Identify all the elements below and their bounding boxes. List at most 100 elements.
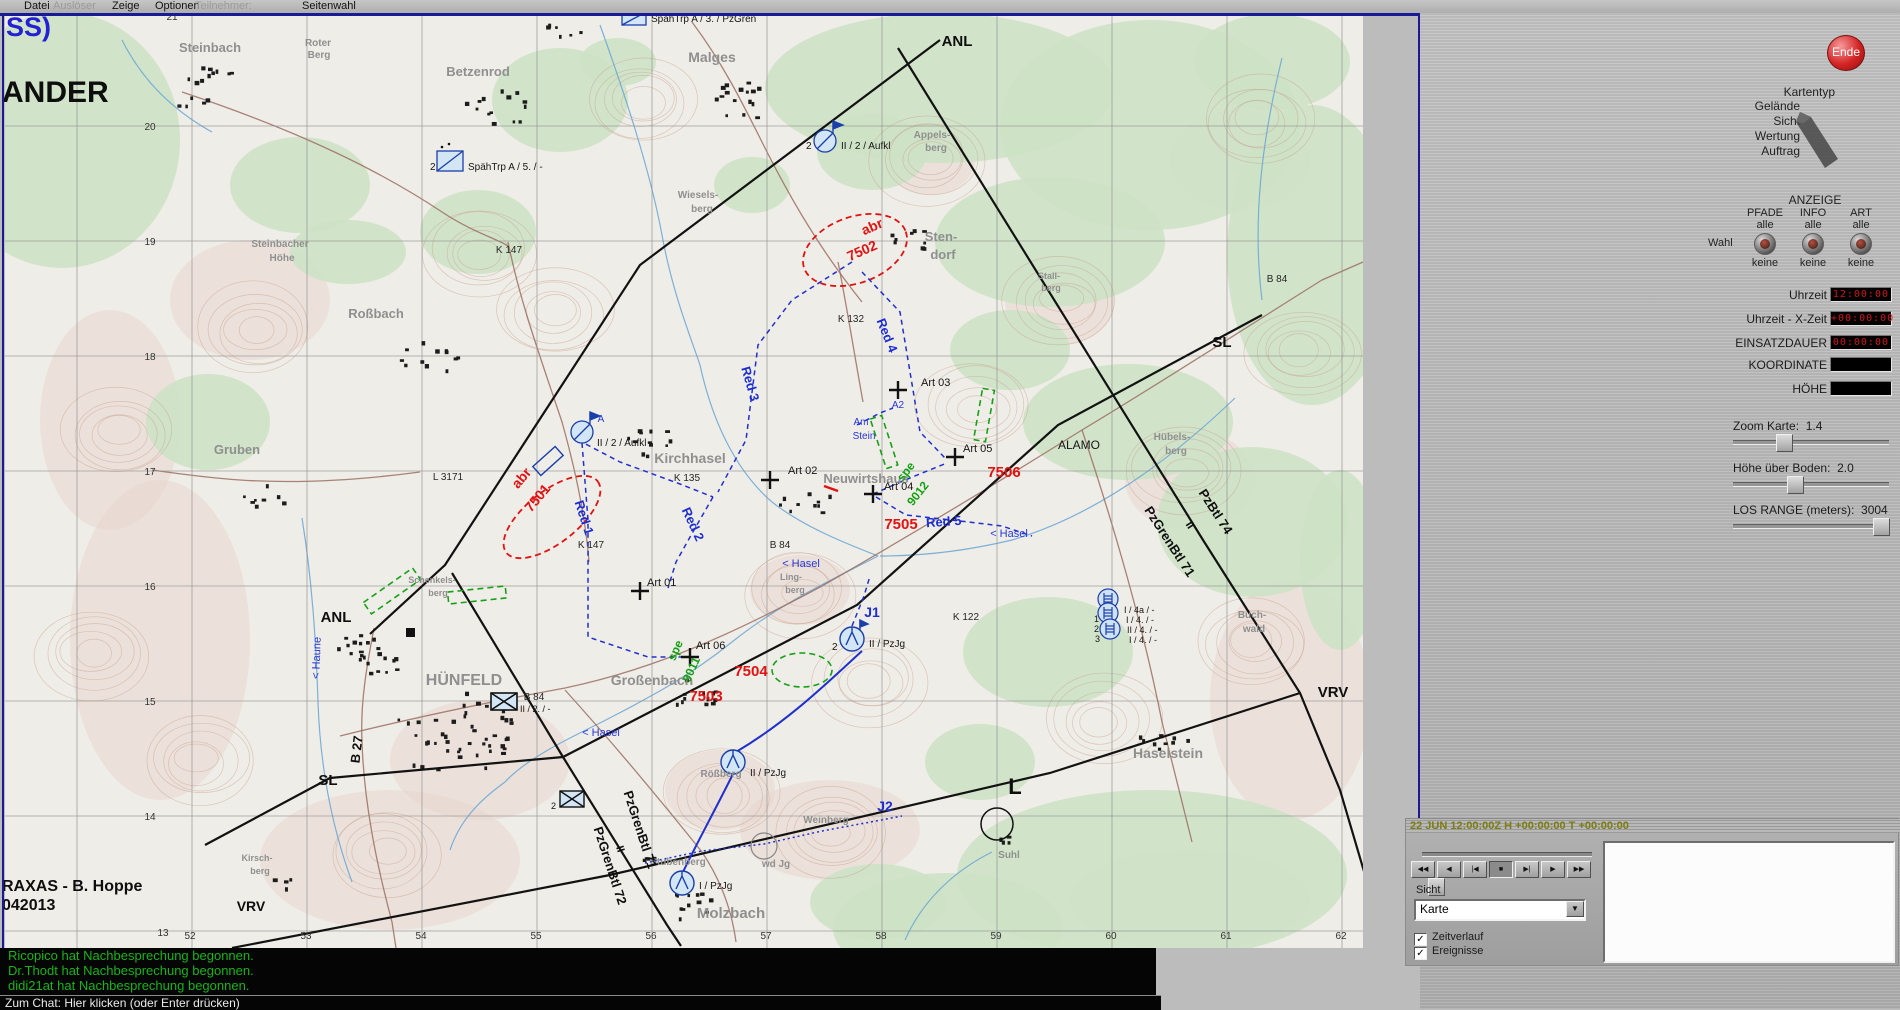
map-label: berg — [925, 143, 947, 154]
keine-label: keine — [1799, 257, 1827, 269]
map-label: I / 4. / - — [1126, 615, 1154, 625]
sicht-dropdown[interactable]: Karte ▼ — [1414, 899, 1586, 921]
fast-forward-button[interactable]: ▶▶ — [1567, 861, 1591, 878]
map-label: K 147 — [578, 540, 605, 551]
checkbox-zeitverlauf[interactable]: ✓ Zeitverlauf — [1414, 931, 1483, 946]
map-label: wd Jg — [761, 859, 790, 870]
info-knob[interactable] — [1802, 233, 1824, 255]
playback-panel: 22 JUN 12:00:00Z H +00:00:00 T +00:00:00… — [1405, 818, 1900, 966]
slider-track[interactable] — [1733, 476, 1889, 494]
alle-label: alle — [1852, 219, 1870, 231]
map-label: < Hasel — [582, 727, 620, 739]
step-back-button[interactable]: |◀ — [1463, 861, 1487, 878]
slider-track[interactable] — [1733, 518, 1891, 536]
map-label: SS) — [6, 13, 51, 42]
map-label: J1 — [864, 604, 880, 620]
step-forward-button[interactable]: ▶| — [1515, 861, 1539, 878]
art-knob[interactable] — [1850, 233, 1872, 255]
menu-bar: Datei Auslöser Zeige Optionen Teilnehmer: Sei… — [0, 0, 1900, 13]
map-label: VRV — [237, 898, 266, 914]
kartentyp-option-auftrag[interactable]: Auftrag — [1680, 144, 1800, 159]
keine-label: keine — [1751, 257, 1779, 269]
map-label: Wiesels- — [678, 190, 718, 201]
map-label: Rößberg — [700, 769, 741, 780]
map-label: K 122 — [953, 612, 980, 623]
map-label: Höhe — [270, 253, 295, 264]
playback-buttons: ◀◀ ◀ |◀ ■ ▶| ▶ ▶▶ — [1411, 861, 1591, 878]
field-label: Uhrzeit — [1788, 288, 1827, 302]
play-button[interactable]: ▶ — [1541, 861, 1565, 878]
map-label: Molzbach — [697, 905, 765, 922]
dropdown-arrow-icon[interactable]: ▼ — [1566, 901, 1584, 917]
ende-button[interactable]: Ende — [1827, 35, 1865, 71]
map-label: Weinberg — [803, 815, 848, 826]
led-display: 00:00:00 — [1830, 335, 1892, 350]
checkbox-ereignisse[interactable]: ✓ Ereignisse — [1414, 945, 1483, 960]
map-label: B 84 — [524, 692, 545, 703]
slider-thumb[interactable] — [1787, 476, 1805, 494]
map-label: A2 — [892, 400, 905, 411]
menu-item-zeige[interactable]: Zeige — [112, 0, 140, 13]
map-label: Ling- — [780, 572, 802, 582]
map-label: K 135 — [674, 473, 701, 484]
kartentyp-option-sicht[interactable]: Sicht — [1680, 114, 1800, 129]
field-label: Uhrzeit - X-Zeit — [1746, 312, 1827, 326]
play-reverse-button[interactable]: ◀ — [1437, 861, 1461, 878]
kartentyp-title: Kartentyp — [1783, 85, 1835, 99]
map-label: Appels- — [914, 130, 951, 141]
map-label: Art 06 — [696, 640, 725, 652]
anzeige-group-pfade: PFADE alle keine — [1740, 207, 1790, 269]
map-view[interactable]: Steinbach RoterBerg Betzenrod Malges Appels-… — [0, 12, 1420, 950]
map-label: II / 4. / - — [1127, 625, 1158, 635]
menu-item-datei[interactable]: Datei — [24, 0, 50, 13]
map-label: 2 — [551, 801, 556, 811]
stop-button[interactable]: ■ — [1489, 861, 1513, 878]
map-label: Schenkels- — [408, 575, 456, 585]
map-label: Art 04 — [884, 481, 913, 493]
map-label: Gruben — [214, 442, 260, 457]
menu-item-seitenwahl[interactable]: Seitenwahl — [302, 0, 356, 13]
anzeige-group-art: ART alle keine — [1836, 207, 1886, 269]
slider-block: Höhe über Boden: 2.0 — [1733, 461, 1889, 494]
slider-block: Zoom Karte: 1.4 — [1733, 419, 1889, 452]
kartentyp-option-gelände[interactable]: Gelände — [1680, 99, 1800, 114]
map-label: berg — [1165, 446, 1187, 457]
field-row: Uhrzeit - X-Zeit +00:00:00 — [1420, 311, 1898, 326]
map-label: 7506 — [987, 464, 1020, 481]
chat-prompt-bar[interactable]: Zum Chat: Hier klicken (oder Enter drück… — [0, 995, 1161, 1010]
rewind-button[interactable]: ◀◀ — [1411, 861, 1435, 878]
alle-label: alle — [1756, 219, 1774, 231]
map-window[interactable]: Steinbach Roter Berg Betzenrod Malges Appels-… — [0, 12, 1420, 950]
map-label: ANL — [942, 33, 973, 50]
map-label: Stein — [853, 431, 876, 442]
map-label: 7504 — [734, 663, 768, 680]
map-label: SL — [1212, 334, 1231, 351]
timeline-slider[interactable] — [1422, 852, 1592, 896]
kartentyp-options: Gelände Sicht Wertung Auftrag — [1680, 99, 1800, 159]
slider-thumb[interactable] — [1873, 518, 1891, 536]
kartentyp-knob-pointer[interactable] — [1794, 109, 1842, 171]
map-label: B 84 — [770, 540, 791, 551]
map-label: L — [1008, 774, 1021, 799]
kartentyp-option-wertung[interactable]: Wertung — [1680, 129, 1800, 144]
sicht-label: Sicht — [1416, 884, 1441, 896]
map-label: wald — [1242, 624, 1265, 635]
map-label: berg — [250, 866, 270, 876]
pfade-knob[interactable] — [1754, 233, 1776, 255]
map-label: HÜNFELD — [426, 670, 502, 689]
event-listbox[interactable] — [1603, 841, 1895, 963]
map-label: K 132 — [838, 314, 865, 325]
artillery-unit-icons — [1097, 588, 1121, 640]
infantry-unit-icon — [490, 692, 518, 711]
checkbox-icon[interactable]: ✓ — [1414, 947, 1427, 960]
menu-item-optionen[interactable]: Optionen — [155, 0, 200, 13]
group-name: PFADE — [1746, 207, 1784, 219]
slider-track[interactable] — [1733, 434, 1889, 452]
slider-thumb[interactable] — [1776, 434, 1794, 452]
map-label: < Hasel — [990, 528, 1028, 540]
map-label: Art 05 — [963, 443, 992, 455]
chat-message: didi21at hat Nachbesprechung begonnen. — [8, 978, 250, 993]
field-label: HÖHE — [1792, 382, 1827, 396]
map-label: Buch- — [1238, 610, 1266, 621]
map-label: 55 — [530, 931, 542, 942]
